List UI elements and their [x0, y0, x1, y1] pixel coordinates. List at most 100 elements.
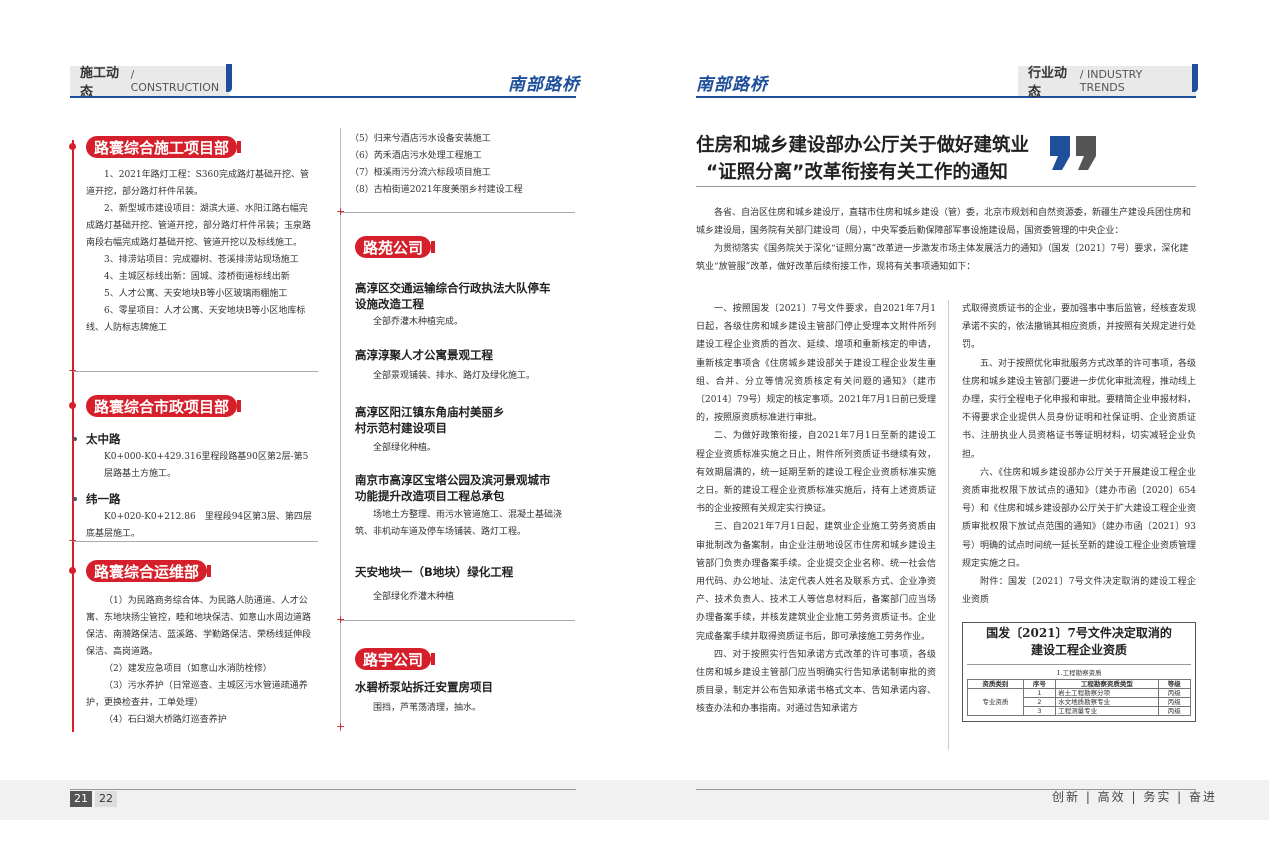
- article-para: 五、对于按照优化审批服务方式改革的许可事项，各级住房和城乡建设主管部门要进一步优…: [962, 358, 1197, 460]
- article-para: 二、为做好政策衔接，自2021年7月1日至新的建设工程企业资质标准实施之日止，附…: [696, 431, 936, 515]
- plus-marker: +: [336, 613, 346, 626]
- article-para: 附件：国发〔2021〕7号文件决定取消的建设工程企业资质: [962, 577, 1196, 606]
- plus-marker: +: [336, 205, 346, 218]
- table-cell: 丙级: [1157, 688, 1192, 698]
- sec3-body: （1）为民路商务综合体、为民路人防通道、人才公寓、东地块扬尘管控，睦和地块保洁、…: [86, 593, 314, 729]
- article-col2: 式取得资质证书的企业，要加强事中事后监管，经核查发现承诺不实的，依法撤销其相应资…: [962, 300, 1196, 609]
- col2-top-rule: [341, 212, 575, 213]
- article-title: 住房和城乡建设部办公厅关于做好建筑业 “证照分离”改革衔接有关工作的通知: [696, 132, 1056, 186]
- table-header-row: 资质类别 序号 工程勘察资质类型 等级: [967, 679, 1192, 689]
- sec2-item-name: 纬一路: [86, 492, 121, 506]
- left-header-title: 施工动态: [80, 66, 120, 100]
- sec4-project-desc: 全部绿化乔灌木种植: [373, 592, 455, 602]
- sec4-project-desc: 全部乔灌木种植完成。: [373, 317, 464, 327]
- col1-red-line: [72, 140, 74, 732]
- right-header-title: 行业动态: [1028, 66, 1068, 100]
- intro-para: 各省、自治区住房和城乡建设厅，直辖市住房和城乡建设（管）委，北京市规划和自然资源…: [696, 208, 1192, 236]
- sec4-project-title: 天安地块一（B地块）绿化工程: [355, 565, 514, 579]
- article-para: 式取得资质证书的企业，要加强事中事后监管，经核查发现承诺不实的，依法撤销其相应资…: [962, 304, 1197, 351]
- col2-line: [340, 128, 341, 732]
- sec3-para: （1）为民路商务综合体、为民路人防通道、人才公寓、东地块扬尘管控，睦和地块保洁、…: [86, 596, 312, 657]
- table-cell: 3: [1022, 706, 1057, 716]
- article-para: 三、自2021年7月1日起，建筑业企业施工劳务资质由审批制改为备案制，由企业注册…: [696, 522, 936, 642]
- sec4-bottom-rule: [341, 620, 575, 621]
- sec2-item-desc: K0+020-K0+212.86 里程段94区第3层、第四层底基层施工。: [86, 512, 312, 539]
- article-para: 六、《住房和城乡建设部办公厅关于开展建设工程企业资质审批权限下放试点的通知》（建…: [962, 467, 1197, 569]
- sec4-project-title: 高淳淳聚人才公寓景观工程: [355, 348, 493, 362]
- sec1-bottom-rule: [73, 371, 318, 372]
- left-brand-logo: 南部路桥: [508, 75, 580, 95]
- list-item: （6）芮禾酒店污水处理工程施工: [350, 151, 482, 161]
- sec5-title: 路宇公司: [355, 648, 436, 670]
- sec3-para: （2）建发应急项目（如意山水消防栓修）: [104, 664, 272, 674]
- page-number-left: 21: [70, 791, 92, 807]
- sec4-project-title: 高淳区阳江镇东角庙村美丽乡村示范村建设项目: [355, 405, 505, 435]
- left-header-tab: 施工动态 / CONSTRUCTION: [70, 64, 232, 100]
- sec4-title: 路苑公司: [355, 236, 436, 258]
- bullet-dot: [73, 497, 77, 501]
- sec5-project-title: 水碧桥泵站拆迁安置房项目: [355, 680, 493, 694]
- qualification-table: 资质类别 序号 工程勘察资质类型 等级 专业资质 1 岩土工程勘察分项 丙级 2…: [967, 679, 1192, 716]
- sec4-project-title: 南京市高淳区宝塔公园及滨河景观城市功能提升改造项目工程总承包: [355, 473, 551, 503]
- sec1-para: 2、新型城市建设项目：湖滨大道、水阳江路右幅完成路灯基础开挖、管道开挖，部分路灯…: [86, 204, 312, 248]
- article-col1: 一、按照国发〔2021〕7号文件要求，自2021年7月1日起，各级住房和城乡建设…: [696, 300, 936, 719]
- page-number-right: 22: [95, 791, 117, 807]
- column-divider: [948, 300, 949, 750]
- article-intro: 各省、自治区住房和城乡建设厅，直辖市住房和城乡建设（管）委，北京市规划和自然资源…: [696, 204, 1196, 276]
- table-cell: 丙级: [1157, 706, 1192, 716]
- sec3-para: （3）污水养护（日常巡查、主城区污水管道疏通养护，更换检查井，工单处理）: [86, 681, 308, 708]
- left-header-notch: [226, 64, 232, 92]
- right-header-tab: 行业动态 / INDUSTRY TRENDS: [1018, 64, 1198, 100]
- plus-marker: +: [336, 720, 346, 733]
- sec3-dot: [69, 567, 76, 574]
- sec3-title: 路寰综合运维部: [86, 560, 212, 582]
- right-brand-logo: 南部路桥: [696, 75, 768, 95]
- list-item: （7）桠溪雨污分流六标段项目施工: [350, 168, 491, 178]
- sec2-item-desc: K0+000-K0+429.316里程段路基90区第2层-第5层路基土方施工。: [104, 452, 309, 479]
- footer-slogan: 创新 | 高效 | 务实 | 奋进: [1052, 790, 1218, 804]
- sec1-title: 路寰综合施工项目部: [86, 136, 242, 158]
- quote-mark-icon: [1050, 136, 1096, 170]
- intro-para: 为贯彻落实《国务院关于深化“证照分离”改革进一步激发市场主体发展活力的通知》（国…: [696, 244, 1189, 272]
- sec5-project-desc: 围挡，芦苇荡清理，抽水。: [373, 703, 482, 713]
- right-page: 南部路桥 行业动态 / INDUSTRY TRENDS 住房和城乡建设部办公厅关…: [634, 0, 1269, 868]
- bullet-dot: [73, 437, 77, 441]
- list-item: （5）归来兮酒店污水设备安装施工: [350, 134, 491, 144]
- table-cell: 水文地质勘察专业: [1055, 697, 1159, 707]
- attachment-table-box: 国发〔2021〕7号文件决定取消的 建设工程企业资质 1.工程勘察资质 资质类别…: [962, 622, 1196, 722]
- footer-rule-left: [70, 789, 576, 790]
- article-title-line: “证照分离”改革衔接有关工作的通知: [706, 162, 1008, 183]
- doc-title-line: 国发〔2021〕7号文件决定取消的: [986, 626, 1172, 640]
- sec4-project-desc: 全部景观铺装、排水、路灯及绿化施工。: [373, 371, 536, 381]
- table-cell: 2: [1022, 697, 1057, 707]
- left-header-rule: [70, 96, 576, 98]
- sec4-project-title: 高淳区交通运输综合行政执法大队停车设施改造工程: [355, 281, 551, 311]
- table-cell: 岩土工程勘察分项: [1055, 688, 1159, 698]
- sec1-para: 5、人才公寓、天安地块B等小区玻璃雨棚施工: [104, 289, 288, 299]
- right-header-subtitle: / INDUSTRY TRENDS: [1079, 68, 1143, 94]
- article-title-line: 住房和城乡建设部办公厅关于做好建筑业: [696, 135, 1030, 156]
- right-header-rule: [696, 96, 1196, 98]
- table-header: 序号: [1022, 679, 1057, 689]
- plus-marker: +: [68, 534, 78, 547]
- plus-marker: +: [68, 364, 78, 377]
- table-cell: 1: [1022, 688, 1057, 698]
- sec2-title: 路寰综合市政项目部: [86, 395, 242, 417]
- table-header: 等级: [1157, 679, 1192, 689]
- left-page: 施工动态 / CONSTRUCTION 南部路桥 + + 路寰综合施工项目部 1…: [0, 0, 640, 868]
- doc-subtitle: 1.工程勘察资质: [967, 664, 1191, 677]
- sec1-dot: [69, 143, 76, 150]
- table-header: 资质类别: [967, 679, 1024, 689]
- title-rule: [696, 186, 1196, 187]
- list-item: （8）古柏街道2021年度美丽乡村建设工程: [350, 185, 523, 195]
- table-cell: 专业资质: [967, 688, 1024, 716]
- article-para: 四、对于按照实行告知承诺方式改革的许可事项，各级住房和城乡建设主管部门应当明确实…: [696, 649, 936, 715]
- table-row: 专业资质 1 岩土工程勘察分项 丙级: [967, 688, 1192, 716]
- sec1-para: 4、主城区标线出新：固城、漆桥街道标线出新: [104, 272, 290, 282]
- sec4-project-desc: 全部绿化种植。: [373, 443, 437, 453]
- sec2-item-name: 太中路: [86, 432, 121, 446]
- doc-title-line: 建设工程企业资质: [1030, 643, 1127, 657]
- sec1-para: 6、零星项目：人才公寓、天安地块B等小区地库标线、人防标志牌施工: [86, 306, 306, 333]
- sec1-body: 1、2021年路灯工程：S360完成路灯基础开挖、管道开挖，部分路灯杆件吊装。 …: [86, 167, 314, 337]
- table-cell: 工程测量专业: [1055, 706, 1159, 716]
